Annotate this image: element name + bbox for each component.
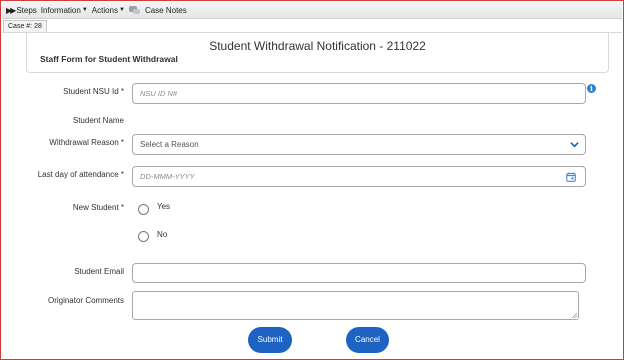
information-label: Information xyxy=(40,5,81,15)
top-toolbar: ▶▶ Steps Information ▼ Actions ▼ Case No… xyxy=(2,2,622,19)
student-nsu-id-input[interactable]: NSU ID N# xyxy=(132,83,586,104)
withdrawal-reason-value: Select a Reason xyxy=(140,140,199,149)
last-day-label: Last day of attendance * xyxy=(37,170,124,179)
info-icon[interactable]: i xyxy=(587,84,596,93)
cancel-button[interactable]: Cancel xyxy=(346,327,389,353)
form-header-panel: Student Withdrawal Notification - 211022… xyxy=(26,33,609,73)
case-notes-icon xyxy=(128,5,141,15)
page-title: Student Withdrawal Notification - 211022 xyxy=(209,39,426,53)
new-student-yes-radio[interactable] xyxy=(138,204,149,215)
last-day-input[interactable]: DD-MMM-YYYY xyxy=(132,166,586,187)
new-student-yes-label[interactable]: Yes xyxy=(157,202,170,211)
originator-comments-textarea[interactable] xyxy=(132,291,579,320)
case-notes-button[interactable]: Case Notes xyxy=(128,5,187,15)
actions-label: Actions xyxy=(91,5,118,15)
case-notes-label: Case Notes xyxy=(144,5,187,15)
steps-icon: ▶▶ xyxy=(6,5,16,15)
caret-down-icon: ▼ xyxy=(81,7,88,13)
information-menu[interactable]: Information ▼ xyxy=(41,6,88,15)
steps-menu[interactable]: ▶▶ Steps xyxy=(6,6,37,15)
withdrawal-reason-label: Withdrawal Reason * xyxy=(49,138,124,147)
student-nsu-id-label: Student NSU Id * xyxy=(63,87,124,96)
withdrawal-reason-select[interactable]: Select a Reason xyxy=(132,134,586,155)
student-email-input[interactable] xyxy=(132,263,586,283)
originator-comments-label: Originator Comments xyxy=(47,296,124,305)
student-name-label: Student Name xyxy=(72,116,124,125)
submit-button[interactable]: Submit xyxy=(248,327,292,353)
new-student-label: New Student * xyxy=(72,203,124,212)
last-day-placeholder: DD-MMM-YYYY xyxy=(140,172,195,181)
new-student-no-radio[interactable] xyxy=(138,231,149,242)
resize-grip-icon[interactable] xyxy=(571,312,577,318)
caret-down-icon: ▼ xyxy=(119,7,125,13)
student-email-label: Student Email xyxy=(74,267,124,276)
new-student-no-label[interactable]: No xyxy=(157,230,167,239)
actions-menu[interactable]: Actions ▼ xyxy=(92,6,125,15)
calendar-icon[interactable] xyxy=(566,172,576,182)
student-nsu-id-placeholder: NSU ID N# xyxy=(140,89,178,98)
steps-label: Steps xyxy=(16,5,37,15)
chevron-down-icon xyxy=(570,142,579,148)
form-title: Staff Form for Student Withdrawal xyxy=(40,54,178,64)
